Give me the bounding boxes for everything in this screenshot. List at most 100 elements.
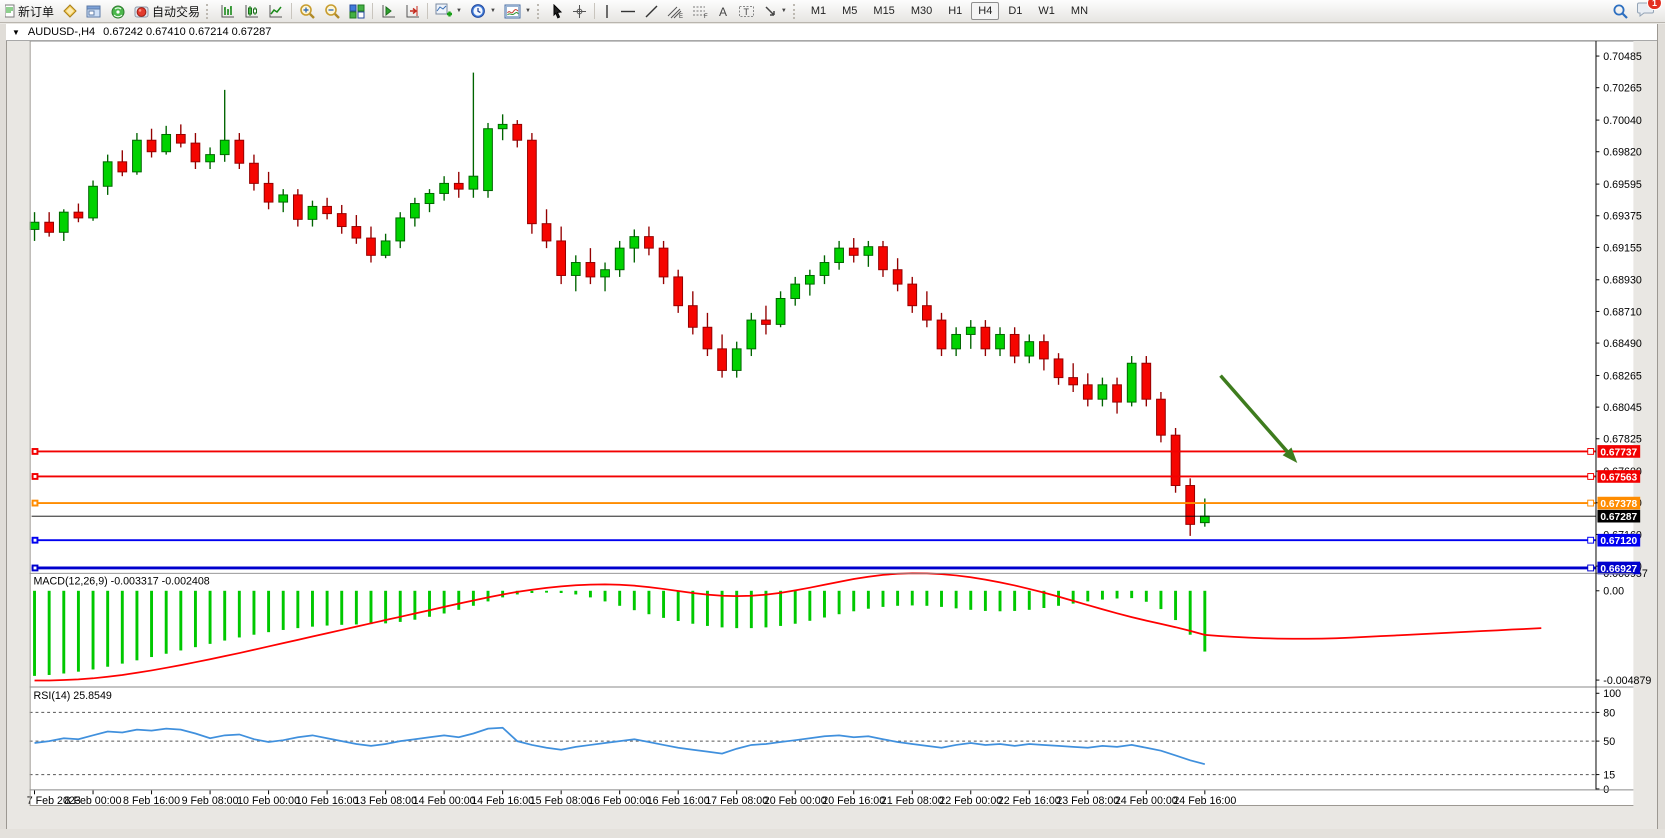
one-click-trading-expander[interactable]: ▼: [12, 28, 20, 37]
equidistant-channel-button[interactable]: E: [663, 2, 688, 21]
macd-bar: [1028, 591, 1031, 610]
crosshair-button[interactable]: [568, 2, 591, 21]
line-chart-icon: [268, 4, 284, 19]
main-toolbar: 新订单 自动交易 ▼ ▼: [0, 0, 1665, 23]
market-watch-button[interactable]: [58, 2, 82, 21]
timeframe-M15[interactable]: M15: [866, 2, 901, 20]
chart-header: ▼ AUDUSD-,H4 0.67242 0.67410 0.67214 0.6…: [6, 24, 1657, 41]
indicators-dropdown-caret[interactable]: ▼: [456, 8, 462, 14]
toolbar-separator: [594, 3, 595, 19]
timeframe-M1[interactable]: M1: [804, 2, 833, 20]
timeframe-MN[interactable]: MN: [1064, 2, 1095, 20]
candle-body: [1040, 342, 1049, 359]
candle-body: [367, 238, 376, 255]
candle-body: [586, 263, 595, 277]
macd-bar: [282, 591, 285, 630]
candle-body: [352, 227, 361, 239]
candle-body: [191, 143, 200, 162]
tile-windows-icon: [349, 4, 365, 19]
macd-bar: [925, 591, 928, 606]
timeframe-H1[interactable]: H1: [941, 2, 969, 20]
periods-dropdown-caret[interactable]: ▼: [490, 8, 496, 14]
candle-body: [118, 162, 127, 172]
svg-text:0.67287: 0.67287: [1600, 512, 1637, 523]
candle-body: [206, 155, 215, 162]
text-button[interactable]: A: [713, 2, 734, 21]
cursor-button[interactable]: [547, 2, 568, 21]
chart-shift-button[interactable]: [376, 2, 400, 21]
arrows-dropdown-caret[interactable]: ▼: [781, 8, 787, 14]
market-watch-icon: [62, 4, 78, 19]
bar-chart-icon: [220, 4, 236, 19]
bar-chart-button[interactable]: [216, 2, 240, 21]
navigator-button[interactable]: [82, 2, 106, 21]
macd-bar: [691, 591, 694, 624]
macd-bar: [62, 591, 65, 674]
candle-body: [1010, 334, 1019, 356]
candle-body: [1157, 399, 1166, 435]
svg-text:-0.004879: -0.004879: [1603, 675, 1651, 687]
macd-bar: [194, 591, 197, 647]
macd-bar: [150, 591, 153, 657]
notifications-button[interactable]: 1: [1637, 1, 1655, 22]
macd-bar: [238, 591, 241, 638]
toolbar-grip: [206, 4, 213, 19]
periods-button[interactable]: ▼: [466, 2, 500, 21]
macd-bar: [560, 591, 563, 593]
vertical-line-icon: [602, 4, 612, 19]
candlestick-button[interactable]: [240, 2, 264, 21]
svg-text:T: T: [743, 7, 749, 17]
timeframe-M30[interactable]: M30: [904, 2, 939, 20]
candle-body: [1127, 363, 1136, 402]
macd-bar: [574, 591, 577, 595]
chart-canvas[interactable]: 0.704850.702650.700400.698200.695950.693…: [0, 24, 1665, 838]
macd-bar: [223, 591, 226, 641]
horizontal-line-button[interactable]: [616, 2, 640, 21]
macd-bar: [77, 591, 80, 672]
line-handle: [1588, 537, 1594, 543]
timeframe-H4[interactable]: H4: [971, 2, 999, 20]
macd-bar: [647, 591, 650, 614]
tile-windows-button[interactable]: [345, 2, 369, 21]
signals-button[interactable]: [106, 2, 130, 21]
line-handle: [1588, 449, 1594, 455]
macd-bar: [1086, 591, 1089, 602]
macd-bar: [1159, 591, 1162, 609]
timeframe-D1[interactable]: D1: [1001, 2, 1029, 20]
macd-bar: [1057, 591, 1060, 606]
svg-text:0.00: 0.00: [1603, 586, 1624, 598]
timeframe-W1[interactable]: W1: [1031, 2, 1062, 20]
candle-body: [1171, 435, 1180, 485]
zoom-out-button[interactable]: [320, 2, 345, 21]
candle-body: [176, 134, 185, 143]
macd-bar: [984, 591, 987, 611]
macd-bar: [311, 591, 314, 627]
macd-bar: [209, 591, 212, 644]
candle-body: [147, 140, 156, 152]
toolbar-grip: [537, 4, 544, 19]
chart-symbol-period: AUDUSD-,H4: [28, 26, 95, 38]
text-label-icon: T: [738, 4, 755, 19]
new-order-button[interactable]: 新订单: [1, 2, 58, 21]
vertical-line-button[interactable]: [598, 2, 616, 21]
arrows-button[interactable]: ▼: [759, 2, 791, 21]
search-icon[interactable]: [1612, 3, 1629, 20]
timeframe-M5[interactable]: M5: [835, 2, 864, 20]
toolbar-right: 1: [1612, 1, 1665, 22]
trendline-button[interactable]: [640, 2, 663, 21]
cursor-icon: [551, 4, 564, 19]
fibonacci-button[interactable]: F: [688, 2, 713, 21]
candle-body: [1142, 363, 1151, 399]
text-label-button[interactable]: T: [734, 2, 759, 21]
auto-scroll-button[interactable]: [400, 2, 424, 21]
indicators-button[interactable]: ▼: [431, 2, 466, 21]
templates-dropdown-caret[interactable]: ▼: [525, 8, 531, 14]
templates-button[interactable]: ▼: [500, 2, 535, 21]
line-chart-button[interactable]: [264, 2, 288, 21]
autotrading-button[interactable]: 自动交易: [130, 2, 204, 21]
svg-text:0.67825: 0.67825: [1603, 434, 1642, 446]
candle-body: [732, 349, 741, 371]
candle-body: [89, 186, 98, 218]
toolbar-separator: [372, 3, 373, 19]
zoom-in-button[interactable]: [295, 2, 320, 21]
